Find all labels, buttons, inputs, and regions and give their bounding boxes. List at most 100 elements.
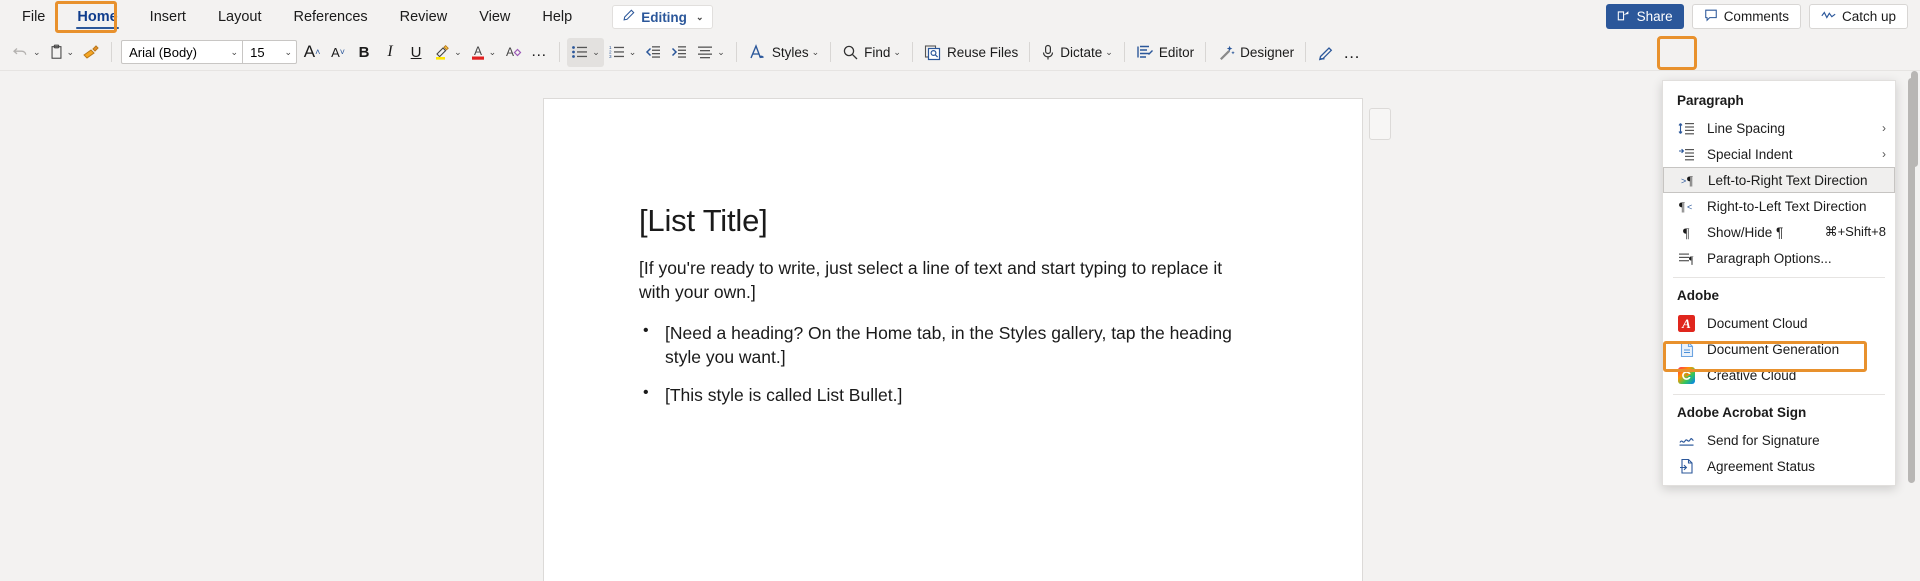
designer-button[interactable]: Designer <box>1213 38 1298 67</box>
editor-label: Editor <box>1158 44 1195 60</box>
menu-item-right-to-left-text-direction[interactable]: ¶ < Right-to-Left Text Direction <box>1663 193 1895 219</box>
document-page[interactable]: [List Title] [If you're ready to write, … <box>543 98 1363 581</box>
dictate-button[interactable]: Dictate ⌄ <box>1037 38 1117 67</box>
chevron-down-icon: ⌄ <box>66 46 75 57</box>
more-font-options-button[interactable]: … <box>526 38 552 67</box>
share-icon <box>1617 8 1631 25</box>
ribbon-tab-review[interactable]: Review <box>384 0 464 34</box>
menu-scrollbar-thumb[interactable] <box>1908 78 1915 483</box>
menu-item-creative-cloud[interactable]: Creative Cloud <box>1663 362 1895 388</box>
share-label: Share <box>1636 9 1673 24</box>
chevron-down-icon: ⌄ <box>628 46 637 57</box>
document-content: [List Title] [If you're ready to write, … <box>639 203 1239 421</box>
reuse-files-button[interactable]: Reuse Files <box>920 38 1022 67</box>
word-app-window: File Home Insert Layout References Review View… <box>0 0 1920 581</box>
increase-indent-button[interactable] <box>666 38 692 67</box>
dictate-label: Dictate <box>1060 44 1103 60</box>
menu-item-agreement-status[interactable]: Agreement Status <box>1663 453 1895 479</box>
styles-button[interactable]: Styles ⌄ <box>744 38 823 67</box>
ribbon-tab-help[interactable]: Help <box>526 0 588 34</box>
editing-mode-label: Editing <box>641 9 687 25</box>
svg-text:3: 3 <box>609 54 612 59</box>
divider <box>911 42 913 62</box>
ribbon-group-styles: Styles ⌄ <box>744 34 823 71</box>
comments-button[interactable]: Comments <box>1691 4 1801 29</box>
svg-text:¶: ¶ <box>1683 226 1690 240</box>
menu-item-show-hide[interactable]: ¶ Show/Hide ¶ ⌘+Shift+8 <box>1663 219 1895 245</box>
menu-item-label: Paragraph Options... <box>1707 250 1832 266</box>
menu-item-label: Creative Cloud <box>1707 367 1797 383</box>
menu-item-paragraph-options[interactable]: ¶ Paragraph Options... <box>1663 245 1895 271</box>
grow-font-button[interactable]: A ˄ <box>299 38 325 67</box>
menu-divider <box>1673 277 1885 278</box>
ribbon-tab-file[interactable]: File <box>6 0 61 34</box>
share-button[interactable]: Share <box>1605 4 1684 29</box>
chevron-down-icon: ⌄ <box>488 46 497 57</box>
comments-label: Comments <box>1723 9 1789 24</box>
ribbon-tab-home[interactable]: Home <box>61 0 133 34</box>
editing-mode-button[interactable]: Editing ⌄ <box>612 5 714 29</box>
ribbon-more-options-button[interactable]: … <box>1339 38 1366 67</box>
svg-text:A: A <box>1681 316 1691 331</box>
menu-item-special-indent[interactable]: Special Indent › <box>1663 141 1895 167</box>
document-paragraph[interactable]: [If you're ready to write, just select a… <box>639 256 1239 304</box>
ribbon-tab-view[interactable]: View <box>463 0 526 34</box>
activity-wave-icon <box>1821 9 1836 24</box>
format-painter-button[interactable] <box>78 38 104 67</box>
ribbon-tab-layout[interactable]: Layout <box>202 0 278 34</box>
svg-text:¶: ¶ <box>1679 199 1685 214</box>
menu-item-document-generation[interactable]: Document Generation <box>1663 336 1895 362</box>
find-button[interactable]: Find ⌄ <box>838 38 905 67</box>
undo-button[interactable]: ⌄ <box>8 38 45 67</box>
bold-button[interactable]: B <box>351 38 377 67</box>
font-color-button[interactable]: A ⌄ <box>466 38 501 67</box>
document-bullet-item[interactable]: [This style is called List Bullet.] <box>643 382 1239 407</box>
page-side-handle[interactable] <box>1369 108 1391 140</box>
font-name-select[interactable]: Arial (Body) ⌄ <box>122 45 242 60</box>
divider <box>735 42 737 62</box>
catch-up-button[interactable]: Catch up <box>1808 4 1908 29</box>
italic-button[interactable]: I <box>377 38 403 67</box>
styles-label: Styles <box>771 44 809 60</box>
menu-item-line-spacing[interactable]: Line Spacing › <box>1663 115 1895 141</box>
shrink-font-button[interactable]: A ˅ <box>325 38 351 67</box>
ink-button[interactable] <box>1313 38 1339 67</box>
decrease-indent-button[interactable] <box>640 38 666 67</box>
clear-formatting-button[interactable]: A <box>500 38 526 67</box>
chevron-right-icon: › <box>1882 147 1886 161</box>
menu-section-header: Adobe <box>1677 288 1719 303</box>
bullet-list-button[interactable]: ⌄ <box>567 37 604 67</box>
underline-button[interactable]: U <box>403 38 429 67</box>
ribbon-tab-insert[interactable]: Insert <box>134 0 202 34</box>
paste-button[interactable]: ⌄ <box>45 38 79 67</box>
menu-item-label: Left-to-Right Text Direction <box>1708 172 1868 188</box>
divider <box>1123 42 1125 62</box>
svg-text:A: A <box>474 44 482 58</box>
document-generation-icon <box>1677 341 1696 358</box>
chevron-down-icon: ⌄ <box>1105 46 1113 57</box>
ribbon-tab-label: File <box>22 9 46 25</box>
align-button[interactable]: ⌄ <box>692 38 729 67</box>
menu-item-left-to-right-text-direction[interactable]: > ¶ Left-to-Right Text Direction <box>1663 167 1895 193</box>
agreement-status-icon <box>1677 458 1696 475</box>
editor-button[interactable]: Editor <box>1132 38 1198 67</box>
chevron-down-icon: ⌄ <box>454 46 462 57</box>
bold-glyph: B <box>358 43 370 61</box>
font-controls: Arial (Body) ⌄ 15 ⌄ <box>121 40 298 64</box>
menu-item-send-for-signature[interactable]: Send for Signature <box>1663 427 1895 453</box>
ltr-text-direction-icon: > ¶ <box>1678 173 1697 188</box>
paragraph-options-icon: ¶ <box>1677 251 1696 266</box>
font-size-select[interactable]: 15 ⌄ <box>243 45 296 60</box>
chevron-down-icon: ⌄ <box>33 46 41 57</box>
signature-icon <box>1677 433 1696 448</box>
numbered-list-button[interactable]: 123 ⌄ <box>604 38 641 67</box>
document-bullet-item[interactable]: [Need a heading? On the Home tab, in the… <box>643 320 1239 369</box>
comment-bubble-icon <box>1704 8 1718 25</box>
line-spacing-icon <box>1677 121 1696 136</box>
ribbon-tab-references[interactable]: References <box>277 0 383 34</box>
menu-item-document-cloud[interactable]: A Document Cloud <box>1663 310 1895 336</box>
text-highlight-button[interactable]: ⌄ <box>429 38 466 67</box>
chevron-down-icon: ⌄ <box>717 46 725 57</box>
ribbon-group-font: Arial (Body) ⌄ 15 ⌄ A ˄ A ˅ B I U ⌄ A ⌄ … <box>119 34 552 71</box>
document-title[interactable]: [List Title] <box>639 203 1239 239</box>
